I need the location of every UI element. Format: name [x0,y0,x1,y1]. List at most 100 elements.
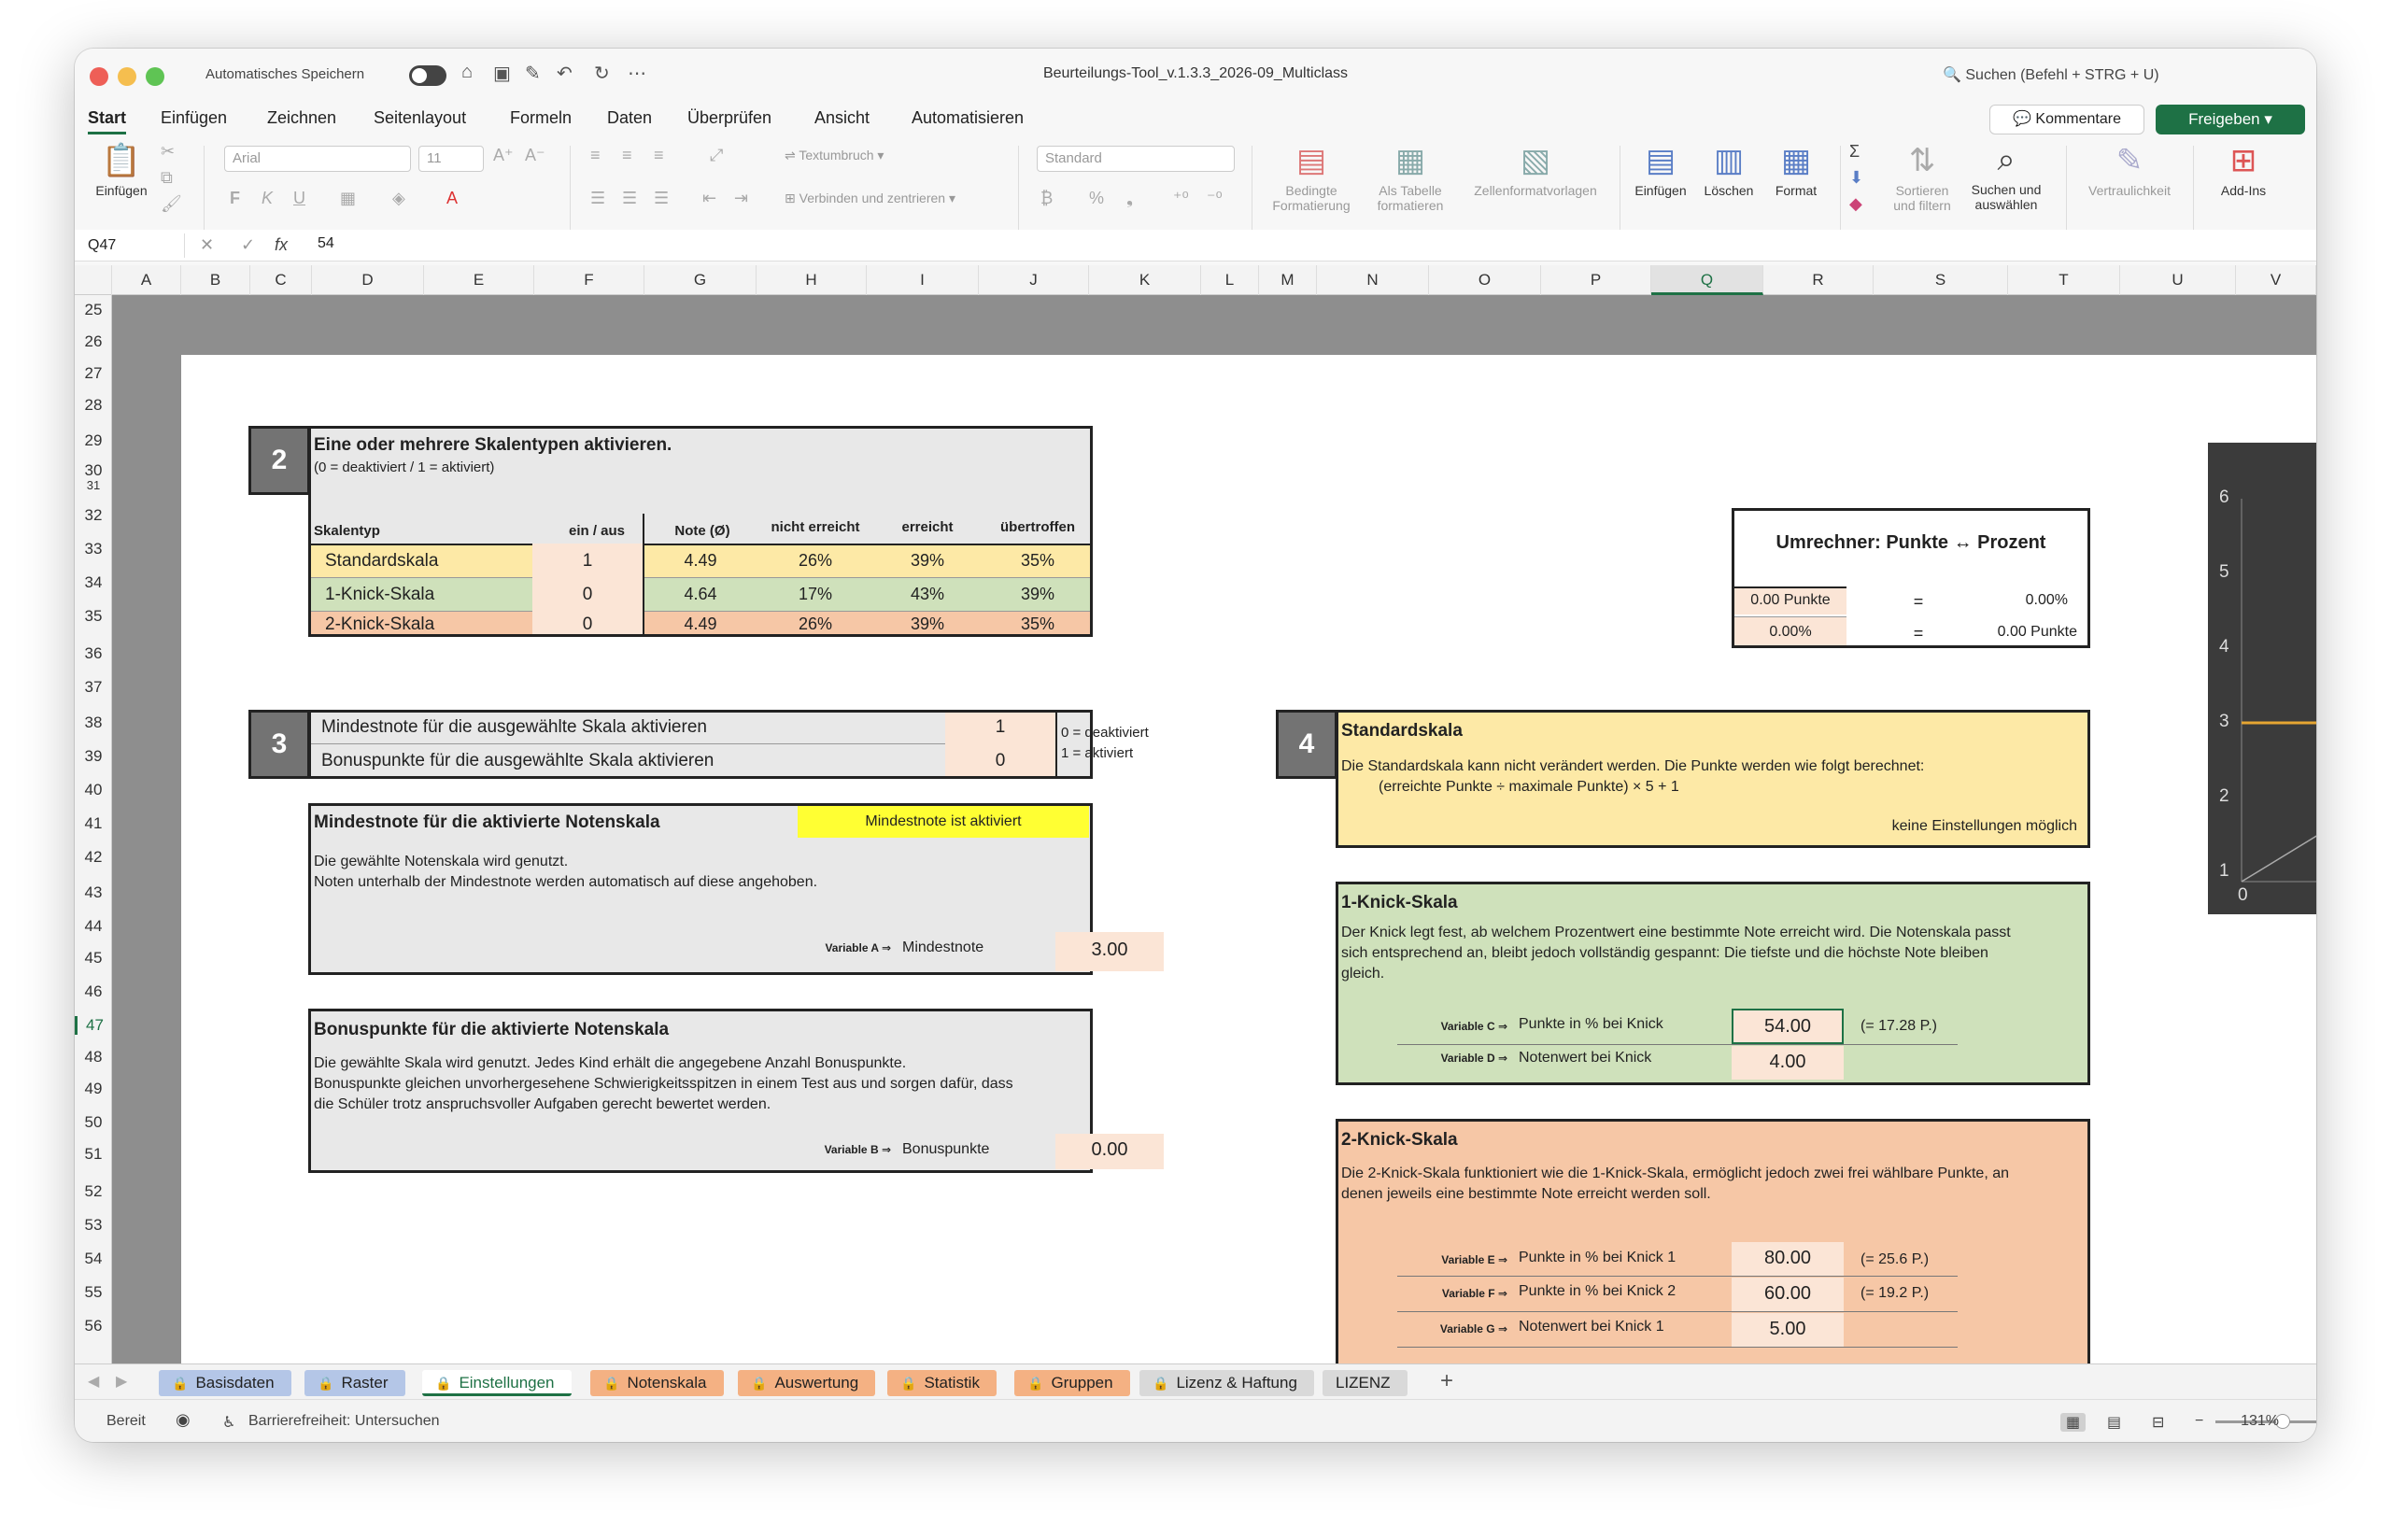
row-header-53[interactable]: 53 [75,1216,112,1235]
accessibility-status[interactable]: Barrierefreiheit: Untersuchen [248,1413,440,1430]
font-color-icon[interactable]: A [446,189,458,208]
row-header-40[interactable]: 40 [75,781,112,799]
row-header-30[interactable]: 30 [75,461,112,480]
row-header-39[interactable]: 39 [75,747,112,766]
knick1-percent-input[interactable]: 54.00 [1732,1016,1844,1038]
skala-onoff[interactable]: 1 [532,551,643,572]
increase-indent-icon[interactable]: ⇥ [734,189,748,208]
function-icon[interactable]: fx [275,235,288,255]
column-header-e[interactable]: E [424,265,534,295]
page-break-view-icon[interactable]: ⊟ [2152,1413,2164,1432]
column-header-n[interactable]: N [1317,265,1429,295]
cancel-icon[interactable]: ✕ [200,235,214,255]
column-header-f[interactable]: F [534,265,644,295]
row-header-34[interactable]: 34 [75,573,112,592]
column-header-p[interactable]: P [1541,265,1651,295]
cut-icon[interactable]: ✂ [161,142,175,162]
formula-input[interactable]: 54 [318,235,334,252]
row-header-27[interactable]: 27 [75,364,112,383]
row-header-51[interactable]: 51 [75,1145,112,1164]
column-header-q[interactable]: Q [1651,265,1763,295]
find-select-button[interactable]: ⌕ Suchen und auswählen [1959,142,2053,212]
column-header-s[interactable]: S [1874,265,2008,295]
insert-cells-button[interactable]: ▤ Einfügen [1627,142,1694,198]
font-name-select[interactable]: Arial [224,146,411,172]
merge-center-button[interactable]: ⊞ Verbinden und zentrieren ▾ [785,191,955,206]
sort-filter-button[interactable]: ⇅ Sortieren und filtern [1887,142,1958,213]
format-as-table-button[interactable]: ▦ Als Tabelle formatieren [1364,142,1457,213]
orientation-icon[interactable]: ⤢ [710,146,723,165]
align-middle-icon[interactable]: ≡ [622,146,632,165]
record-macro-icon[interactable]: ◉ [176,1410,191,1430]
comments-button[interactable]: 💬 Kommentare [1989,105,2144,134]
skala-onoff[interactable]: 0 [532,585,643,605]
align-top-icon[interactable]: ≡ [590,146,601,165]
page-layout-view-icon[interactable]: ▤ [2107,1413,2121,1432]
row-header-55[interactable]: 55 [75,1283,112,1302]
tab-ansicht[interactable]: Ansicht [814,108,870,128]
format-painter-icon[interactable]: 🖌 [161,194,182,214]
decrease-decimal-icon[interactable]: ⁻⁰ [1207,189,1223,208]
paste-button[interactable]: 📋 Einfügen [84,142,159,198]
align-right-icon[interactable]: ☰ [654,189,669,208]
tab-start[interactable]: Start [88,108,127,134]
thousands-icon[interactable]: ❟ [1126,189,1133,208]
sheet-tab-notenskala[interactable]: 🔒 Notenskala [590,1370,724,1396]
autosum-icon[interactable]: Σ [1849,142,1860,162]
row-header-32[interactable]: 32 [75,506,112,525]
tab-einfuegen[interactable]: Einfügen [161,108,227,128]
sheet-tab-lizenz[interactable]: LIZENZ [1323,1370,1408,1396]
decrease-font-icon[interactable]: A⁻ [525,146,545,165]
addins-button[interactable]: ⊞ Add-Ins [2206,142,2281,198]
column-header-t[interactable]: T [2008,265,2120,295]
converter-percent-input[interactable]: 0.00% [1734,624,1846,641]
sheet-tab-basisdaten[interactable]: 🔒 Basisdaten [159,1370,291,1396]
mindestnote-input[interactable]: 3.00 [1055,940,1164,961]
row-header-56[interactable]: 56 [75,1317,112,1335]
column-header-a[interactable]: A [112,265,181,295]
sheet-area[interactable]: 2 Eine oder mehrere Skalentypen aktivier… [112,295,2316,1363]
sheet-tab-auswertung[interactable]: 🔒 Auswertung [738,1370,876,1396]
row-header-41[interactable]: 41 [75,814,112,833]
knick2-grade1-input[interactable]: 5.00 [1732,1319,1844,1340]
fill-color-icon[interactable]: ◈ [392,189,405,208]
align-left-icon[interactable]: ☰ [590,189,605,208]
row-header-29[interactable]: 29 [75,431,112,450]
decrease-indent-icon[interactable]: ⇤ [702,189,716,208]
accessibility-icon[interactable]: ♿ [222,1413,235,1432]
row-header-48[interactable]: 48 [75,1048,112,1067]
row-header-50[interactable]: 50 [75,1113,112,1132]
knick2-percent1-input[interactable]: 80.00 [1732,1248,1844,1269]
copy-icon[interactable]: ⧉ [161,168,173,188]
currency-icon[interactable]: ₿ [1040,189,1053,208]
row-header-26[interactable]: 26 [75,332,112,351]
tab-seitenlayout[interactable]: Seitenlayout [374,108,466,128]
sheet-tab-raster[interactable]: 🔒 Raster [304,1370,405,1396]
sheet-tab-statistik[interactable]: 🔒 Statistik [887,1370,997,1396]
name-box[interactable]: Q47 [82,233,185,258]
column-header-c[interactable]: C [250,265,312,295]
row-header-33[interactable]: 33 [75,540,112,558]
increase-decimal-icon[interactable]: ⁺⁰ [1173,189,1189,208]
share-button[interactable]: Freigeben ▾ [2156,105,2305,134]
row-header-49[interactable]: 49 [75,1080,112,1098]
column-header-k[interactable]: K [1089,265,1201,295]
sheet-tab-lizenz-haftung[interactable]: 🔒 Lizenz & Haftung [1139,1370,1314,1396]
row-header-37[interactable]: 37 [75,678,112,697]
conditional-formatting-button[interactable]: ▤ Bedingte Formatierung [1263,142,1360,213]
increase-font-icon[interactable]: A⁺ [493,146,514,165]
sheet-tab-einstellungen[interactable]: 🔒 Einstellungen [422,1370,572,1396]
tab-ueberpruefen[interactable]: Überprüfen [687,108,771,128]
row-header-52[interactable]: 52 [75,1182,112,1201]
delete-cells-button[interactable]: ▥ Löschen [1696,142,1761,198]
column-header-r[interactable]: R [1763,265,1874,295]
scroll-left-icon[interactable]: ◀ [88,1372,99,1391]
column-header-h[interactable]: H [757,265,867,295]
column-header-d[interactable]: D [312,265,424,295]
sheet-tab-gruppen[interactable]: 🔒 Gruppen [1014,1370,1130,1396]
row-header-46[interactable]: 46 [75,982,112,1001]
normal-view-icon[interactable]: ▦ [2060,1413,2087,1432]
column-header-i[interactable]: I [867,265,979,295]
grade-chart[interactable]: 6 5 4 3 2 1 0 [2208,443,2316,914]
format-cells-button[interactable]: ▦ Format [1763,142,1829,198]
